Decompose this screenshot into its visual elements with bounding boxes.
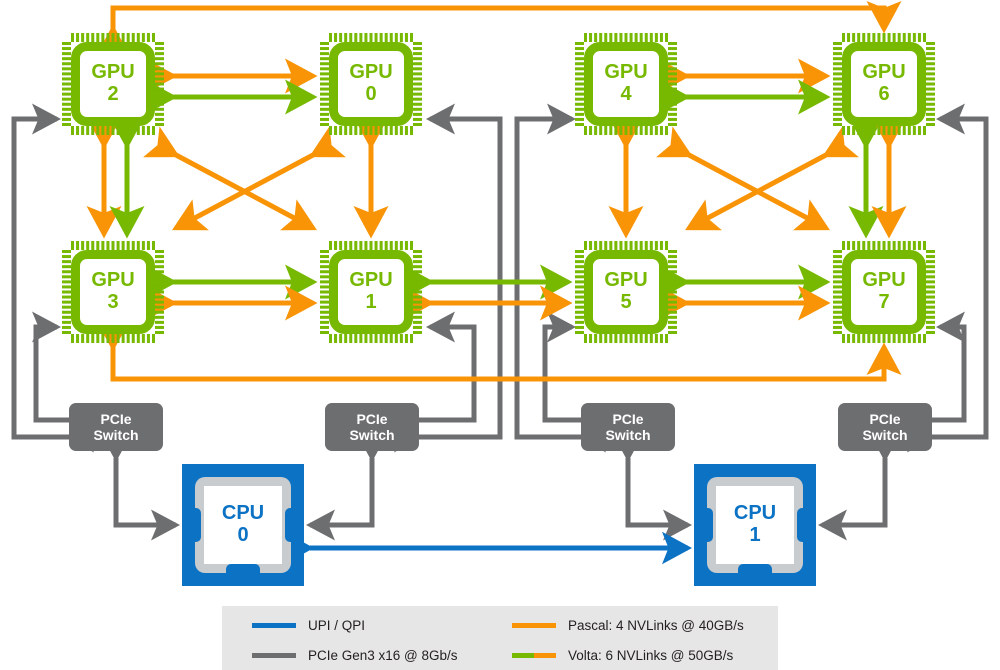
gpu-1: GPU 1 bbox=[320, 241, 422, 343]
pcie-switch-3: PCIe Switch bbox=[838, 403, 932, 451]
gpu-number: 6 bbox=[878, 83, 890, 105]
gpu-4: GPU 4 bbox=[575, 33, 677, 135]
gpu-5: GPU 5 bbox=[575, 241, 677, 343]
gpu-label: GPU bbox=[349, 61, 393, 83]
pcie-switch-label-line1: PCIe bbox=[869, 411, 901, 427]
legend-item-0: UPI / QPI bbox=[252, 618, 365, 633]
gpu-0: GPU 0 bbox=[320, 33, 422, 135]
cpu-die: CPU 0 bbox=[204, 486, 282, 564]
legend: UPI / QPI PCIe Gen3 x16 @ 8Gb/s Pascal: 4 … bbox=[222, 606, 778, 670]
socket-notch-right bbox=[285, 508, 294, 542]
topology-diagram: GPU 2 GPU 0 GPU 4 GPU 6 GPU 3 GPU 1 GPU 5 GPU 7 CPU 0 CPU… bbox=[0, 0, 1000, 670]
gpu-label: GPU bbox=[91, 269, 135, 291]
pcie-switch-label-line1: PCIe bbox=[100, 411, 132, 427]
legend-swatch-icon bbox=[512, 623, 556, 628]
socket-notch-left bbox=[704, 508, 713, 542]
pcie-switch-0: PCIe Switch bbox=[69, 403, 163, 451]
pcie-switch-label-line2: Switch bbox=[93, 427, 139, 443]
gpu-body: GPU 3 bbox=[71, 250, 155, 334]
gpu-body: GPU 1 bbox=[329, 250, 413, 334]
legend-label: PCIe Gen3 x16 @ 8Gb/s bbox=[308, 648, 458, 663]
socket-notch-right bbox=[797, 508, 806, 542]
cpu-label: CPU bbox=[221, 502, 265, 524]
cpu-1: CPU 1 bbox=[694, 464, 816, 586]
gpu-number: 3 bbox=[107, 291, 119, 313]
gpu-body: GPU 0 bbox=[329, 42, 413, 126]
gpu-body: GPU 2 bbox=[71, 42, 155, 126]
pcie-switch-label-line1: PCIe bbox=[612, 411, 644, 427]
legend-label: UPI / QPI bbox=[308, 618, 366, 633]
gpu-label: GPU bbox=[862, 61, 906, 83]
legend-label: Pascal: 4 NVLinks @ 40GB/s bbox=[568, 618, 744, 633]
gpu-6: GPU 6 bbox=[833, 33, 935, 135]
gpu-2: GPU 2 bbox=[62, 33, 164, 135]
pcie-switch-2: PCIe Switch bbox=[581, 403, 675, 451]
pcie-switch-label-line2: Switch bbox=[349, 427, 395, 443]
gpu-number: 0 bbox=[365, 83, 377, 105]
legend-swatch-icon bbox=[512, 653, 556, 658]
gpu-3: GPU 3 bbox=[62, 241, 164, 343]
gpu-label: GPU bbox=[91, 61, 135, 83]
pcie-switch-label-line1: PCIe bbox=[356, 411, 388, 427]
gpu-number: 4 bbox=[620, 83, 632, 105]
gpu-label: GPU bbox=[604, 61, 648, 83]
gpu-label: GPU bbox=[604, 269, 648, 291]
pcie-switch-label-line2: Switch bbox=[862, 427, 908, 443]
gpu-body: GPU 6 bbox=[842, 42, 926, 126]
gpu-number: 7 bbox=[878, 291, 890, 313]
gpu-label: GPU bbox=[349, 269, 393, 291]
pcie-switch-1: PCIe Switch bbox=[325, 403, 419, 451]
legend-item-3: Volta: 6 NVLinks @ 50GB/s bbox=[512, 648, 733, 663]
pcie-switch-label-line2: Switch bbox=[605, 427, 651, 443]
gpu-body: GPU 5 bbox=[584, 250, 668, 334]
gpu-label: GPU bbox=[862, 269, 906, 291]
gpu-body: GPU 4 bbox=[584, 42, 668, 126]
socket-notch-bottom bbox=[738, 564, 772, 573]
cpu-0: CPU 0 bbox=[182, 464, 304, 586]
legend-label: Volta: 6 NVLinks @ 50GB/s bbox=[568, 648, 734, 663]
socket-notch-left bbox=[192, 508, 201, 542]
gpu-number: 5 bbox=[620, 291, 632, 313]
legend-swatch-icon bbox=[252, 653, 296, 658]
cpu-number: 0 bbox=[237, 524, 249, 546]
cpu-die: CPU 1 bbox=[716, 486, 794, 564]
legend-swatch-icon bbox=[252, 623, 296, 628]
gpu-7: GPU 7 bbox=[833, 241, 935, 343]
cpu-number: 1 bbox=[749, 524, 761, 546]
gpu-number: 2 bbox=[107, 83, 119, 105]
gpu-body: GPU 7 bbox=[842, 250, 926, 334]
socket-notch-bottom bbox=[226, 564, 260, 573]
cpu-label: CPU bbox=[733, 502, 777, 524]
gpu-number: 1 bbox=[365, 291, 377, 313]
legend-item-2: Pascal: 4 NVLinks @ 40GB/s bbox=[512, 618, 744, 633]
legend-item-1: PCIe Gen3 x16 @ 8Gb/s bbox=[252, 648, 458, 663]
